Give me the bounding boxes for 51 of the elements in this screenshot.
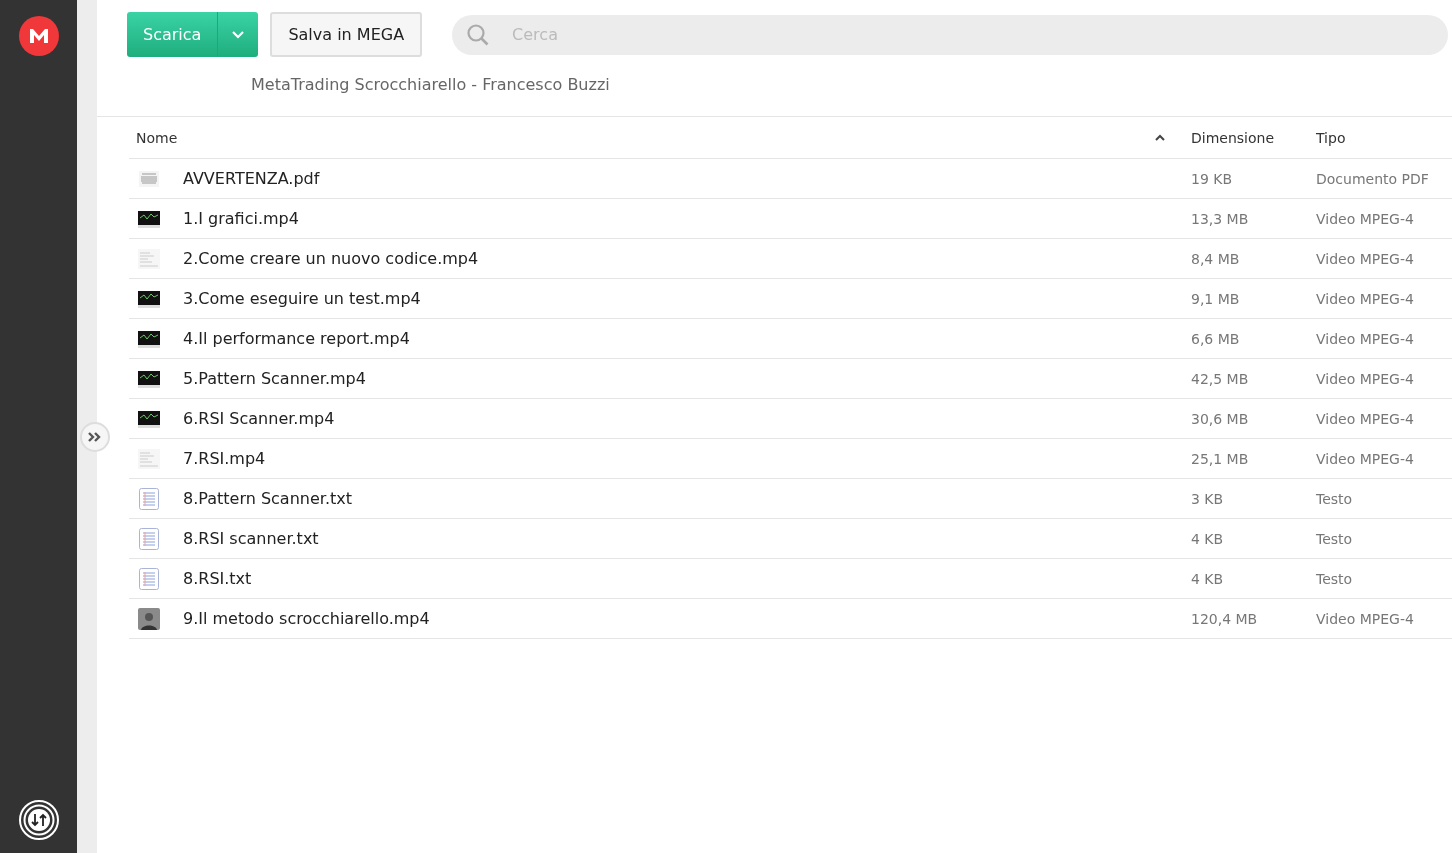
file-name: 5.Pattern Scanner.mp4 (183, 369, 366, 388)
file-name: 7.RSI.mp4 (183, 449, 266, 468)
file-name: 8.Pattern Scanner.txt (183, 489, 352, 508)
file-type: Video MPEG-4 (1316, 330, 1414, 347)
file-type: Video MPEG-4 (1316, 610, 1414, 627)
file-type: Video MPEG-4 (1316, 410, 1414, 427)
file-name: 8.RSI scanner.txt (183, 529, 319, 548)
photo-placeholder (137, 606, 161, 631)
save-button[interactable]: Salva in MEGA (270, 12, 423, 57)
file-type: Video MPEG-4 (1316, 450, 1414, 467)
file-size: 42,5 MB (1191, 370, 1249, 387)
file-type: Video MPEG-4 (1316, 290, 1414, 307)
file-name: 1.I grafici.mp4 (183, 209, 299, 228)
video-thumbnail (137, 446, 161, 471)
logo-icon[interactable] (18, 16, 59, 56)
file-name: AVVERTENZA.pdf (183, 169, 320, 188)
file-name: 3.Come eseguire un test.mp4 (183, 289, 421, 308)
file-type: Documento PDF (1316, 170, 1429, 187)
text-file-icon (137, 526, 161, 551)
file-size: 19 KB (1191, 170, 1233, 187)
file-size: 6,6 MB (1191, 330, 1240, 347)
file-type: Testo (1316, 570, 1353, 587)
column-header[interactable]: Tipo (1316, 129, 1346, 146)
file-name: 9.Il metodo scrocchiarello.mp4 (183, 609, 430, 628)
file-size: 120,4 MB (1191, 610, 1258, 627)
file-name: 8.RSI.txt (183, 569, 252, 588)
text-file-icon (137, 566, 161, 591)
file-name: 4.Il performance report.mp4 (183, 329, 410, 348)
file-size: 9,1 MB (1191, 290, 1240, 307)
column-header[interactable]: Dimensione (1191, 129, 1275, 146)
file-name: 2.Come creare un nuovo codice.mp4 (183, 249, 479, 268)
text-file-icon (137, 486, 161, 511)
file-type: Testo (1316, 490, 1353, 507)
file-size: 4 KB (1191, 570, 1224, 587)
file-size: 30,6 MB (1191, 410, 1249, 427)
file-type: Video MPEG-4 (1316, 250, 1414, 267)
file-size: 13,3 MB (1191, 210, 1249, 227)
column-header[interactable]: Nome (136, 129, 178, 146)
expand-icon[interactable] (80, 422, 110, 452)
file-size: 8,4 MB (1191, 250, 1240, 267)
video-thumbnail (137, 246, 161, 271)
file-size: 3 KB (1191, 490, 1224, 507)
file-type: Testo (1316, 530, 1353, 547)
file-type: Video MPEG-4 (1316, 210, 1414, 227)
file-name: 6.RSI Scanner.mp4 (183, 409, 335, 428)
transfer-icon[interactable] (18, 800, 59, 840)
file-type: Video MPEG-4 (1316, 370, 1414, 387)
breadcrumb[interactable]: MetaTrading Scrocchiarello - Francesco Buzzi (251, 75, 610, 94)
sort-caret-icon[interactable] (1155, 134, 1165, 141)
file-size: 25,1 MB (1191, 450, 1249, 467)
file-size: 4 KB (1191, 530, 1224, 547)
